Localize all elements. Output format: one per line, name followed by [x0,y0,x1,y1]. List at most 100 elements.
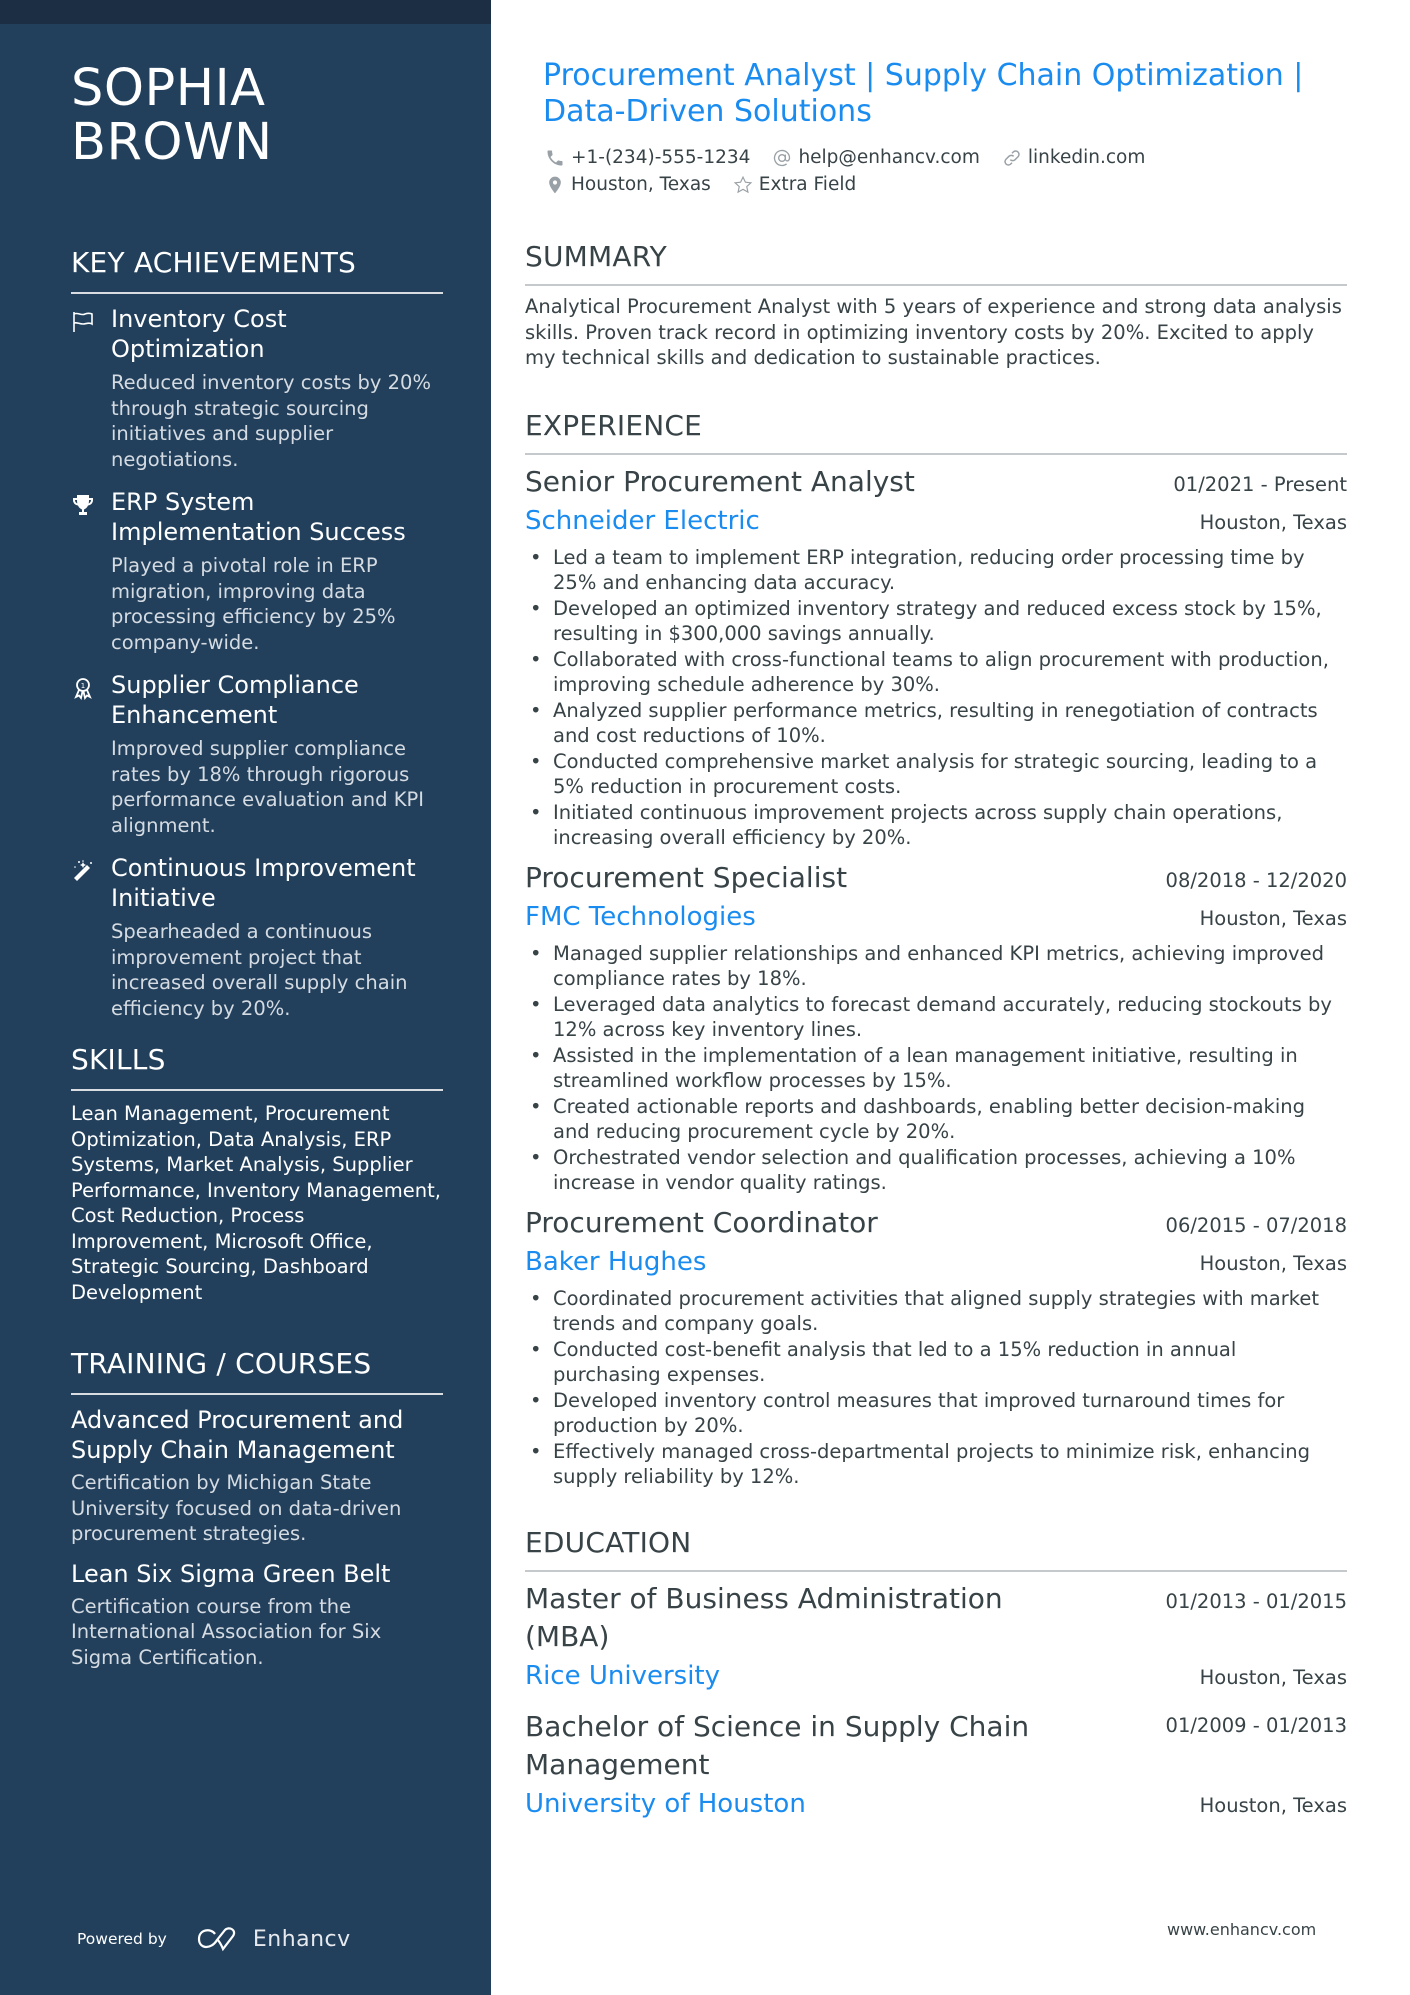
phone-icon [547,150,563,165]
job-title: Procurement Specialist [525,860,848,894]
section-title: TRAINING / COURSES [71,1347,372,1380]
summary-text: Analytical Procurement Analyst with 5 ye… [525,295,1342,369]
education-dates: 01/2009 - 01/2013 [1165,1713,1347,1737]
main-content: Procurement Analyst | Supply Chain Optim… [525,58,1347,1836]
education-location: Houston, Texas [1199,1793,1347,1817]
job-bullet: Collaborated with cross-functional teams… [525,647,1347,698]
job-company[interactable]: Schneider Electric [525,501,760,541]
enhancv-logo[interactable]: Enhancv [195,1926,351,1952]
section-title: EDUCATION [525,1525,692,1559]
at-icon [774,149,791,166]
link-icon [1004,149,1020,166]
section-divider [525,1569,1347,1572]
location-value: Houston, Texas [571,174,711,195]
achievement-title: Supplier Compliance Enhancement [111,671,359,729]
achievement-desc: Spearheaded a continuous improvement pro… [111,920,408,1020]
degree: Bachelor of Science in Supply Chain Mana… [525,1709,1030,1781]
education-entry: Master of Business Administration (MBA) … [525,1580,1347,1696]
degree: Master of Business Administration (MBA) [525,1581,1003,1653]
job-bullet: Created actionable reports and dashboard… [525,1094,1347,1145]
job-bullet: Led a team to implement ERP integration,… [525,545,1347,596]
course-title: Lean Six Sigma Green Belt [71,1559,391,1588]
job-bullet: Orchestrated vendor selection and qualif… [525,1145,1347,1196]
location-pin-icon [549,176,561,193]
achievement-desc: Improved supplier compliance rates by 18… [111,737,425,837]
candidate-name: SOPHIA BROWN [71,62,443,170]
experience-section: EXPERIENCE Senior Procurement Analyst 01… [525,409,1347,1490]
job-company[interactable]: FMC Technologies [525,897,756,937]
extra-value: Extra Field [758,174,857,195]
course-desc: Certification by Michigan State Universi… [71,1471,402,1545]
job-location: Houston, Texas [1199,1251,1347,1275]
enhancv-brand: Enhancv [252,1926,351,1952]
education-location: Houston, Texas [1199,1665,1347,1689]
key-achievements-section: KEY ACHIEVEMENTS Inventory Cost Optimiza… [71,246,443,1021]
job-bullet: Leveraged data analytics to forecast dem… [525,992,1347,1043]
achievement-item: 1 Supplier Compliance Enhancement Improv… [71,670,443,838]
course-desc: Certification course from the Internatio… [71,1594,382,1669]
infinity-heart-icon [197,1927,235,1952]
achievement-title: Inventory Cost Optimization [111,305,287,363]
link-contact[interactable]: linkedin.com [1002,147,1145,168]
section-divider [525,284,1347,286]
achievement-title: Continuous Improvement Initiative [111,854,416,912]
section-divider [525,452,1347,455]
job-entry: Procurement Specialist 08/2018 - 12/2020… [525,859,1347,1196]
job-bullet: Assisted in the implementation of a lean… [525,1043,1347,1094]
job-dates: 01/2021 - Present [1173,472,1347,496]
achievement-desc: Reduced inventory costs by 20% through s… [111,371,431,471]
job-bullet: Managed supplier relationships and enhan… [525,941,1347,992]
job-bullet: Conducted cost-benefit analysis that led… [525,1337,1347,1388]
job-bullet: Analyzed supplier performance metrics, r… [525,698,1347,749]
job-bullet: Developed an optimized inventory strateg… [525,596,1347,647]
website-link[interactable]: www.enhancv.com [1167,1920,1316,1939]
name-first: SOPHIA [71,59,266,118]
email-value: help@enhancv.com [798,147,980,168]
section-divider [71,1393,443,1395]
job-bullet: Developed inventory control measures tha… [525,1388,1347,1439]
education-entry: Bachelor of Science in Supply Chain Mana… [525,1708,1347,1824]
job-dates: 06/2015 - 07/2018 [1165,1213,1347,1237]
school[interactable]: University of Houston [525,1784,806,1824]
achievement-desc: Played a pivotal role in ERP migration, … [111,554,396,654]
achievement-item: Continuous Improvement Initiative Spearh… [71,853,443,1021]
job-title: Procurement Coordinator [525,1205,878,1239]
section-title: EXPERIENCE [525,408,703,442]
section-title: SKILLS [71,1043,166,1076]
job-location: Houston, Texas [1199,510,1347,534]
sidebar-top-band [0,0,491,24]
job-dates: 08/2018 - 12/2020 [1165,868,1347,892]
skills-list: Lean Management, Procurement Optimizatio… [71,1102,441,1304]
skills-section: SKILLS Lean Management, Procurement Opti… [71,1043,443,1305]
star-icon [733,175,753,193]
flag-icon [71,304,111,472]
achievement-item: ERP System Implementation Success Played… [71,487,443,655]
job-bullet: Initiated continuous improvement project… [525,800,1347,851]
phone-contact[interactable]: +1-(234)-555-1234 [545,147,750,168]
education-dates: 01/2013 - 01/2015 [1165,1589,1347,1613]
course-item: Lean Six Sigma Green Belt Certification … [71,1559,443,1671]
email-contact[interactable]: help@enhancv.com [772,147,980,168]
education-section: EDUCATION Master of Business Administrat… [525,1526,1347,1824]
trophy-icon [71,487,111,655]
job-location: Houston, Texas [1199,906,1347,930]
job-bullets: Managed supplier relationships and enhan… [525,941,1347,1196]
job-bullet: Effectively managed cross-departmental p… [525,1439,1347,1490]
svg-text:1: 1 [81,682,85,690]
job-company[interactable]: Baker Hughes [525,1242,706,1282]
sidebar: SOPHIA BROWN KEY ACHIEVEMENTS Inventory … [0,0,491,1995]
section-divider [71,1089,443,1091]
job-title: Senior Procurement Analyst [525,464,915,498]
school[interactable]: Rice University [525,1656,720,1696]
training-section: TRAINING / COURSES Advanced Procurement … [71,1347,443,1670]
job-bullet: Coordinated procurement activities that … [525,1286,1347,1337]
section-divider [71,292,443,294]
summary-section: SUMMARY Analytical Procurement Analyst w… [525,240,1347,371]
course-title: Advanced Procurement and Supply Chain Ma… [71,1406,404,1464]
section-title: KEY ACHIEVEMENTS [71,246,356,279]
contact-info: +1-(234)-555-1234 help@enhancv.com linke… [525,144,1347,198]
powered-by: Powered by Enhancv [77,1926,351,1952]
section-title: SUMMARY [525,240,667,273]
job-bullet: Conducted comprehensive market analysis … [525,749,1347,800]
achievement-item: Inventory Cost Optimization Reduced inve… [71,304,443,472]
